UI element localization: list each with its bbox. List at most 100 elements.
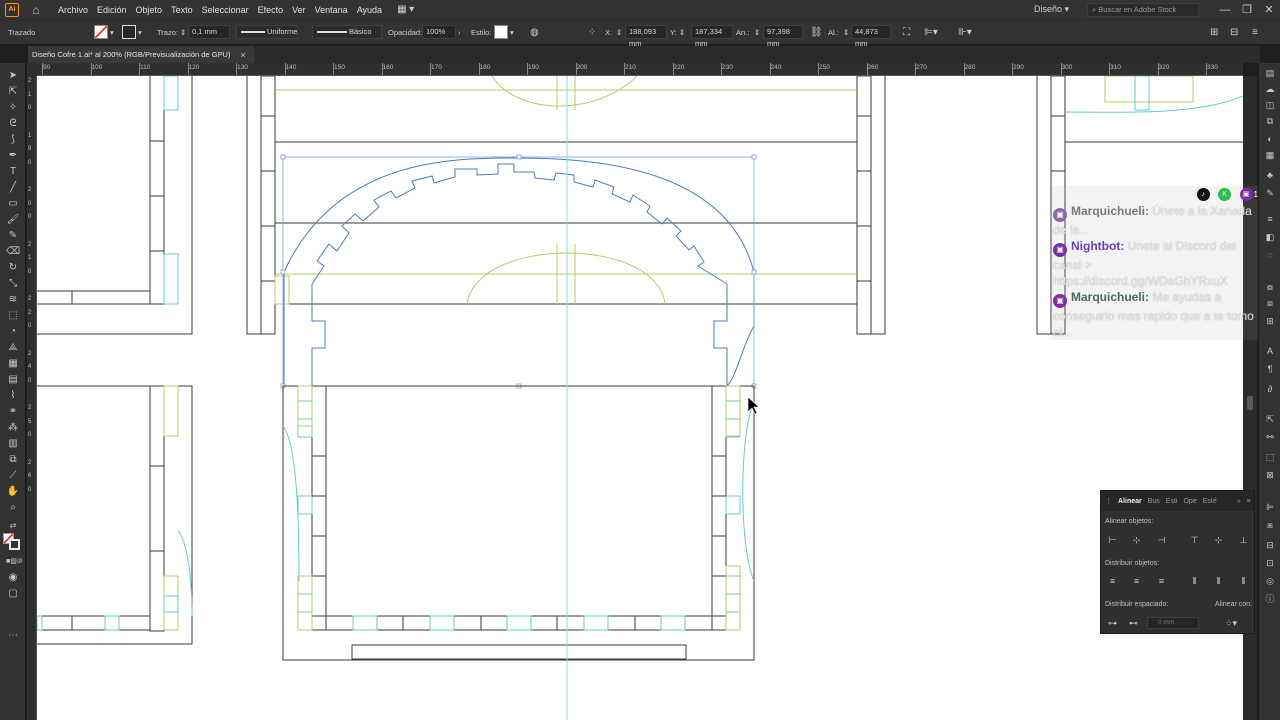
- panel-options-icon[interactable]: ⊟: [1230, 26, 1238, 40]
- layers-panel-icon[interactable]: ◫: [1263, 99, 1277, 112]
- free-transform-tool-icon[interactable]: ⬚: [6, 309, 20, 322]
- distribute-center-h-icon[interactable]: ⦀: [1212, 575, 1225, 587]
- vertical-ruler[interactable]: 2 1 0 1 9 0 2 0 0 2 1 0 2 2 0 2 4 0 2 5 0 2 6 0: [27, 76, 37, 720]
- direct-selection-tool-icon[interactable]: ⇱: [6, 85, 20, 98]
- stroke-swatch[interactable]: [122, 25, 136, 39]
- align-horizontal-icon[interactable]: ⊫▾: [924, 26, 938, 40]
- ruler-corner[interactable]: [27, 63, 37, 76]
- tab-opentype[interactable]: Ope: [1183, 498, 1196, 505]
- horizontal-ruler[interactable]: 90 100 110 120 130 140 150 160 170 180 190 200 210 22…: [37, 63, 1243, 76]
- color-guide-panel-icon[interactable]: ▦: [1263, 149, 1277, 162]
- variable-width-profile[interactable]: Uniforme: [236, 25, 298, 39]
- workspace-switcher[interactable]: Diseño ▾: [1034, 4, 1069, 15]
- stroke-dropdown-icon[interactable]: ▾: [138, 26, 142, 40]
- symbols-panel-icon[interactable]: ♣: [1263, 169, 1277, 182]
- info-panel-icon[interactable]: ⓘ: [1263, 593, 1277, 606]
- artboards-panel-icon[interactable]: ⧉: [1263, 115, 1277, 128]
- left-bottom-piece[interactable]: [37, 385, 193, 645]
- recolor-icon[interactable]: ◍: [530, 26, 539, 40]
- perspective-grid-tool-icon[interactable]: ⟁: [6, 341, 20, 354]
- document-tab[interactable]: Diseño Cofre 1.ai* al 200% (RGB/Previsua…: [28, 46, 254, 63]
- gradient-tool-icon[interactable]: ▤: [6, 373, 20, 386]
- distribute-horizontal-space-icon[interactable]: ⊷: [1127, 617, 1140, 629]
- align-bottom-icon[interactable]: ⊥: [1237, 534, 1250, 546]
- curvature-tool-icon[interactable]: ⟆: [6, 133, 20, 146]
- scale-tool-icon[interactable]: ⤡: [6, 277, 20, 290]
- distribute-right-icon[interactable]: ⦀: [1237, 575, 1250, 587]
- panel-expand-icon[interactable]: »: [1237, 498, 1241, 505]
- line-tool-icon[interactable]: ╱: [6, 181, 20, 194]
- tab-alinear[interactable]: Alinear: [1118, 498, 1142, 505]
- tab-estilos[interactable]: Esti: [1166, 498, 1178, 505]
- mesh-tool-icon[interactable]: ▦: [6, 357, 20, 370]
- menu-ayuda[interactable]: Ayuda: [357, 5, 382, 15]
- align-right-icon[interactable]: ⊣: [1155, 534, 1168, 546]
- artboard-canvas[interactable]: [37, 76, 1243, 720]
- magic-wand-tool-icon[interactable]: ✧: [6, 101, 20, 114]
- screen-mode-icon[interactable]: ▢: [6, 587, 20, 600]
- color-mode-icons[interactable]: ■▨⊘: [6, 555, 23, 568]
- close-window-icon[interactable]: ✕: [1258, 3, 1280, 16]
- y-stepper-icon[interactable]: ⇕: [679, 26, 685, 40]
- hand-tool-icon[interactable]: ✋: [6, 485, 20, 498]
- menu-ventana[interactable]: Ventana: [315, 5, 348, 15]
- align-left-icon[interactable]: ⊢: [1106, 534, 1119, 546]
- left-top-piece[interactable]: [37, 76, 193, 335]
- stroke-weight-field[interactable]: 0,1 mm: [188, 25, 230, 39]
- eraser-tool-icon[interactable]: ⌫: [6, 245, 20, 258]
- align-center-h-icon[interactable]: ⊹: [1130, 534, 1143, 546]
- graphic-style-swatch[interactable]: [494, 25, 508, 39]
- zoom-tool-icon[interactable]: ⌕: [6, 501, 20, 514]
- reference-point-icon[interactable]: ⁘: [588, 26, 596, 40]
- gradient-panel-icon[interactable]: ◧: [1263, 231, 1277, 244]
- slice-tool-icon[interactable]: ⟋: [6, 469, 20, 482]
- image-trace-panel-icon[interactable]: ⬚: [1263, 451, 1277, 464]
- artboard-tool-icon[interactable]: ⧉: [6, 453, 20, 466]
- column-graph-tool-icon[interactable]: ▥: [6, 437, 20, 450]
- properties-panel-icon[interactable]: ▤: [1263, 67, 1277, 80]
- opentype-panel-icon[interactable]: ∂: [1263, 383, 1277, 396]
- constrain-proportions-icon[interactable]: ⛓: [810, 26, 823, 40]
- shaper-tool-icon[interactable]: ✎: [6, 229, 20, 242]
- variables-panel-icon[interactable]: ◎: [1263, 575, 1277, 588]
- symbol-sprayer-tool-icon[interactable]: ⁂: [6, 421, 20, 434]
- opacity-field[interactable]: 100%: [422, 25, 456, 39]
- edit-toolbar-icon[interactable]: ⋯: [6, 629, 20, 642]
- width-stepper-icon[interactable]: ⇕: [754, 26, 760, 40]
- paintbrush-tool-icon[interactable]: 🖌: [6, 213, 20, 226]
- stroke-stepper-icon[interactable]: ⇕: [180, 26, 186, 40]
- character-panel-icon[interactable]: A: [1263, 345, 1277, 358]
- fill-swatch[interactable]: [94, 25, 108, 39]
- align-alt-panel-icon[interactable]: ⊟: [1263, 539, 1277, 552]
- appearance-panel-icon[interactable]: ⧇: [1263, 281, 1277, 294]
- export-panel-icon[interactable]: ⇱: [1263, 413, 1277, 426]
- menu-objeto[interactable]: Objeto: [136, 5, 163, 15]
- pen-tool-icon[interactable]: ✒: [6, 149, 20, 162]
- menu-archivo[interactable]: Archivo: [58, 5, 88, 15]
- distribute-vertical-space-icon[interactable]: ⊶: [1106, 617, 1119, 629]
- close-tab-icon[interactable]: ×: [240, 50, 245, 60]
- distribute-top-icon[interactable]: ≡: [1106, 575, 1119, 587]
- arrange-documents-icon[interactable]: ▦ ▾: [397, 4, 414, 15]
- distribute-left-icon[interactable]: ⦀: [1188, 575, 1201, 587]
- blend-tool-icon[interactable]: ⚭: [6, 405, 20, 418]
- menu-edicion[interactable]: Edición: [97, 5, 127, 15]
- arrange-panels-icon[interactable]: ⊞: [1210, 26, 1218, 40]
- align-to-dropdown-icon[interactable]: ⁘▾: [1221, 617, 1241, 629]
- type-tool-icon[interactable]: T: [6, 165, 20, 178]
- lasso-tool-icon[interactable]: ᘓ: [6, 117, 20, 130]
- eyedropper-tool-icon[interactable]: ⌇: [6, 389, 20, 402]
- y-field[interactable]: 187,334 mm: [691, 25, 733, 48]
- asset-export-panel-icon[interactable]: ⊡: [1263, 557, 1277, 570]
- align-top-icon[interactable]: ⊤: [1188, 534, 1201, 546]
- fill-dropdown-icon[interactable]: ▾: [110, 26, 114, 40]
- minimize-icon[interactable]: —: [1214, 4, 1236, 16]
- control-menu-icon[interactable]: ≡: [1252, 26, 1258, 40]
- tab-buscatrazos[interactable]: Bus: [1148, 498, 1160, 505]
- distribute-icon[interactable]: ⊪▾: [958, 26, 972, 40]
- brush-definition[interactable]: Básico: [312, 25, 382, 39]
- stock-search-input[interactable]: ⌕ Buscar en Adobe Stock: [1087, 2, 1199, 17]
- menu-efecto[interactable]: Efecto: [258, 5, 284, 15]
- color-panel-icon[interactable]: ◐: [1263, 133, 1277, 146]
- panel-menu-icon[interactable]: ≡: [1247, 498, 1251, 505]
